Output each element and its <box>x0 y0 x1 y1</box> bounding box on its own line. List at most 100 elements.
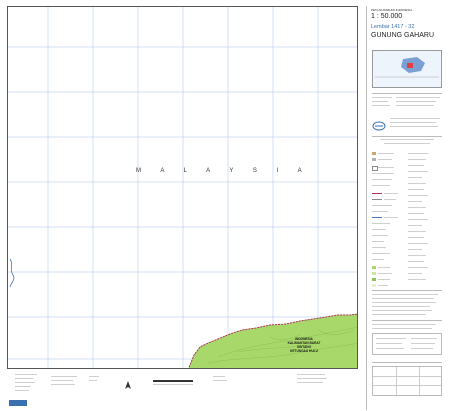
text-line <box>372 324 436 325</box>
text-line <box>408 267 428 268</box>
boundary-symbol <box>372 193 382 194</box>
text-line <box>15 378 33 379</box>
text-line <box>372 223 390 224</box>
text-line <box>15 390 29 391</box>
text-line <box>408 207 426 208</box>
text-line <box>378 285 388 286</box>
region-label: INDONESIA KALIMANTAN BARAT SINTANG KETUN… <box>274 337 334 353</box>
map-scale: 1 : 50.000 <box>371 13 403 20</box>
north-arrow-icon <box>125 376 131 389</box>
text-line <box>408 195 428 196</box>
text-line <box>297 378 327 379</box>
text-line <box>372 211 388 212</box>
text-line <box>408 171 428 172</box>
text-line <box>372 294 438 295</box>
map-title: GUNUNG GAHARU <box>371 32 435 39</box>
text-line <box>15 382 35 383</box>
text-line <box>372 253 390 254</box>
text-line <box>372 235 388 236</box>
text-line <box>396 101 436 102</box>
text-line <box>378 279 390 280</box>
text-line <box>378 167 394 168</box>
text-line <box>408 177 422 178</box>
text-line <box>378 159 392 160</box>
text-line <box>390 126 438 127</box>
legend-swatch <box>372 266 376 269</box>
text-line <box>372 173 394 174</box>
text-line <box>408 243 428 244</box>
map-frame[interactable]: M A L A Y S I A INDONESIA KALIMANTAN BAR… <box>7 6 358 369</box>
text-line <box>372 310 432 311</box>
legend-swatch <box>372 152 376 155</box>
text-line <box>408 225 422 226</box>
text-line <box>372 328 432 329</box>
divider <box>372 290 442 291</box>
text-line <box>384 199 396 200</box>
text-line <box>378 267 390 268</box>
text-line <box>408 213 424 214</box>
text-line <box>390 122 436 123</box>
text-line <box>372 302 436 303</box>
text-line <box>384 217 398 218</box>
text-line <box>408 183 426 184</box>
text-line <box>408 201 422 202</box>
text-line <box>15 374 37 375</box>
sheet-number: Lembar 1417 - 32 <box>371 24 415 30</box>
text-line <box>51 384 75 385</box>
text-line <box>408 159 426 160</box>
legend-swatch <box>372 284 376 287</box>
text-line <box>372 229 386 230</box>
text-line <box>372 306 430 307</box>
text-line <box>396 105 434 106</box>
text-line <box>51 380 73 381</box>
text-line <box>297 374 325 375</box>
text-line <box>408 261 424 262</box>
bottom-marginalia <box>7 370 358 410</box>
text-line <box>372 97 392 98</box>
legend-swatch <box>372 272 376 275</box>
text-line <box>384 143 430 144</box>
map-sheet: M A L A Y S I A INDONESIA KALIMANTAN BAR… <box>0 0 450 411</box>
grid-lines <box>8 7 357 368</box>
text-line <box>372 241 384 242</box>
text-line <box>89 380 97 381</box>
text-line <box>213 380 227 381</box>
text-line <box>408 273 422 274</box>
coordinate-table <box>372 333 442 355</box>
map-canvas[interactable] <box>8 7 358 369</box>
sheet-index-grid <box>372 366 442 396</box>
text-line <box>408 255 426 256</box>
country-label: M A L A Y S I A <box>136 168 311 174</box>
text-line <box>372 105 390 106</box>
text-line <box>89 376 99 377</box>
text-line <box>297 382 323 383</box>
text-line <box>372 314 426 315</box>
divider <box>372 93 442 94</box>
text-line <box>372 101 388 102</box>
river-line <box>9 258 15 288</box>
divider <box>372 320 442 321</box>
text-line <box>372 179 392 180</box>
text-line <box>153 384 193 385</box>
index-map <box>372 50 442 88</box>
scale-bar <box>153 380 193 382</box>
text-line <box>408 153 428 154</box>
text-line <box>408 279 426 280</box>
text-line <box>380 139 434 140</box>
text-line <box>378 273 392 274</box>
text-line <box>15 386 31 387</box>
text-line <box>396 97 440 98</box>
text-line <box>213 376 225 377</box>
text-line <box>408 165 424 166</box>
text-line <box>378 153 394 154</box>
text-line <box>51 376 77 377</box>
text-line <box>372 247 386 248</box>
divider <box>372 362 442 363</box>
text-line <box>372 205 392 206</box>
text-line <box>372 259 384 260</box>
road-symbol <box>372 199 382 200</box>
text-line <box>408 237 424 238</box>
legend-swatch <box>372 278 376 281</box>
region-label-line: KETUNGAU HULU <box>290 349 318 353</box>
text-line <box>390 118 440 119</box>
